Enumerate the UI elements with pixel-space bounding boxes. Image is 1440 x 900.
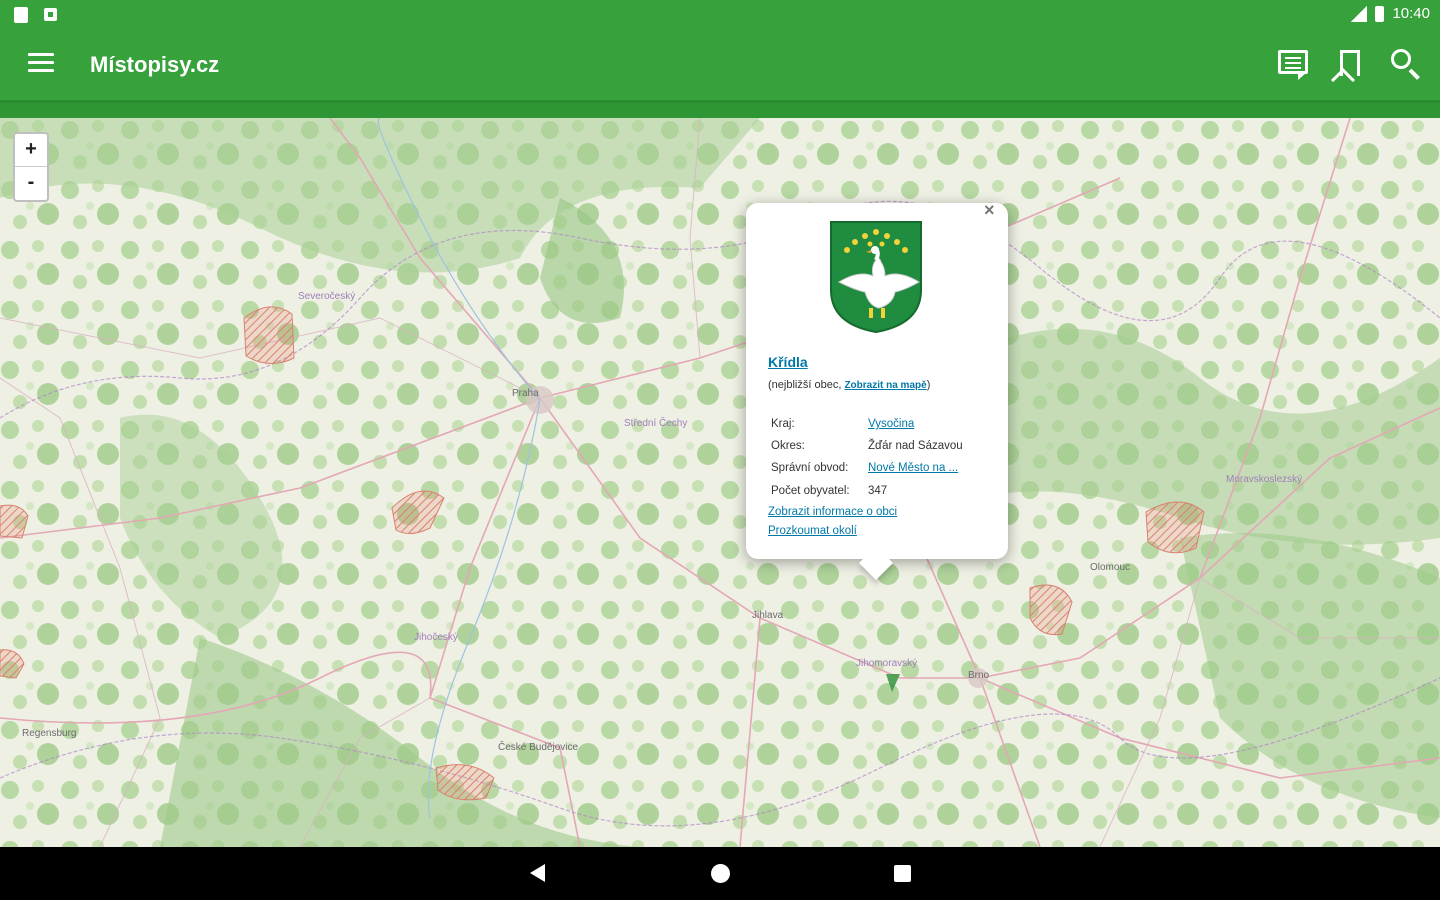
map-label: Jihomoravský — [856, 658, 918, 669]
explore-surroundings-link[interactable]: Prozkoumat okolí — [768, 525, 857, 537]
show-on-map-link[interactable]: Zobrazit na mapě — [844, 380, 926, 391]
zoom-out-button[interactable]: - — [15, 167, 47, 200]
okres-label: Okres: — [771, 440, 805, 452]
map-label: Olomouc — [1090, 562, 1131, 573]
kraj-value-link[interactable]: Vysočina — [868, 418, 914, 430]
zoom-control: + - — [13, 132, 49, 202]
back-icon[interactable] — [530, 864, 545, 882]
home-icon[interactable] — [711, 864, 730, 883]
place-name-link[interactable]: Křídla — [768, 354, 808, 370]
messages-button[interactable] — [1276, 46, 1310, 82]
message-icon — [1278, 50, 1308, 80]
status-time: 10:40 — [1392, 5, 1430, 22]
status-bar: 10:40 — [0, 0, 1440, 30]
signal-icon — [1351, 5, 1368, 22]
population-label: Počet obyvatel: — [771, 485, 850, 497]
app-bar-divider — [0, 100, 1440, 118]
map-label: Severočeský — [298, 291, 356, 302]
notification-icon — [44, 8, 57, 21]
sd-card-icon — [14, 7, 28, 23]
map-label: Praha — [512, 388, 539, 399]
map-label: Jihočeský — [414, 632, 458, 643]
okres-value: Žďár nad Sázavou — [868, 440, 963, 452]
kraj-label: Kraj: — [771, 418, 795, 430]
search-button[interactable] — [1388, 46, 1422, 82]
map-tiles — [0, 118, 1440, 847]
obvod-label: Správní obvod: — [771, 462, 849, 474]
bookmarks-button[interactable] — [1332, 46, 1366, 82]
population-value: 347 — [868, 485, 888, 497]
map[interactable]: + - Severočeský Praha Střední Čechy Jiho… — [0, 118, 1440, 847]
map-label: Moravskoslezský — [1226, 474, 1303, 485]
map-label: České Budějovice — [498, 742, 579, 753]
recent-apps-icon[interactable] — [894, 865, 911, 882]
battery-icon — [1375, 5, 1385, 22]
show-info-link[interactable]: Zobrazit informace o obci — [768, 506, 897, 518]
map-label: Střední Čechy — [624, 418, 688, 429]
app-bar: Místopisy.cz — [0, 30, 1440, 100]
place-subtitle: (nejbližší obec, Zobrazit na mapě) — [768, 379, 931, 391]
zoom-in-button[interactable]: + — [15, 134, 47, 167]
coat-of-arms-icon — [830, 221, 922, 334]
search-icon — [1391, 49, 1411, 69]
popup-close-button[interactable]: × — [984, 200, 995, 221]
map-label: Jihlava — [752, 610, 784, 621]
map-label: Brno — [968, 670, 990, 681]
menu-icon[interactable] — [28, 53, 54, 77]
bookmark-icon — [1340, 50, 1360, 76]
map-label: Regensburg — [22, 728, 77, 739]
app-title: Místopisy.cz — [90, 52, 220, 77]
navigation-bar — [0, 847, 1440, 900]
obvod-value-link[interactable]: Nové Město na ... — [868, 462, 958, 474]
